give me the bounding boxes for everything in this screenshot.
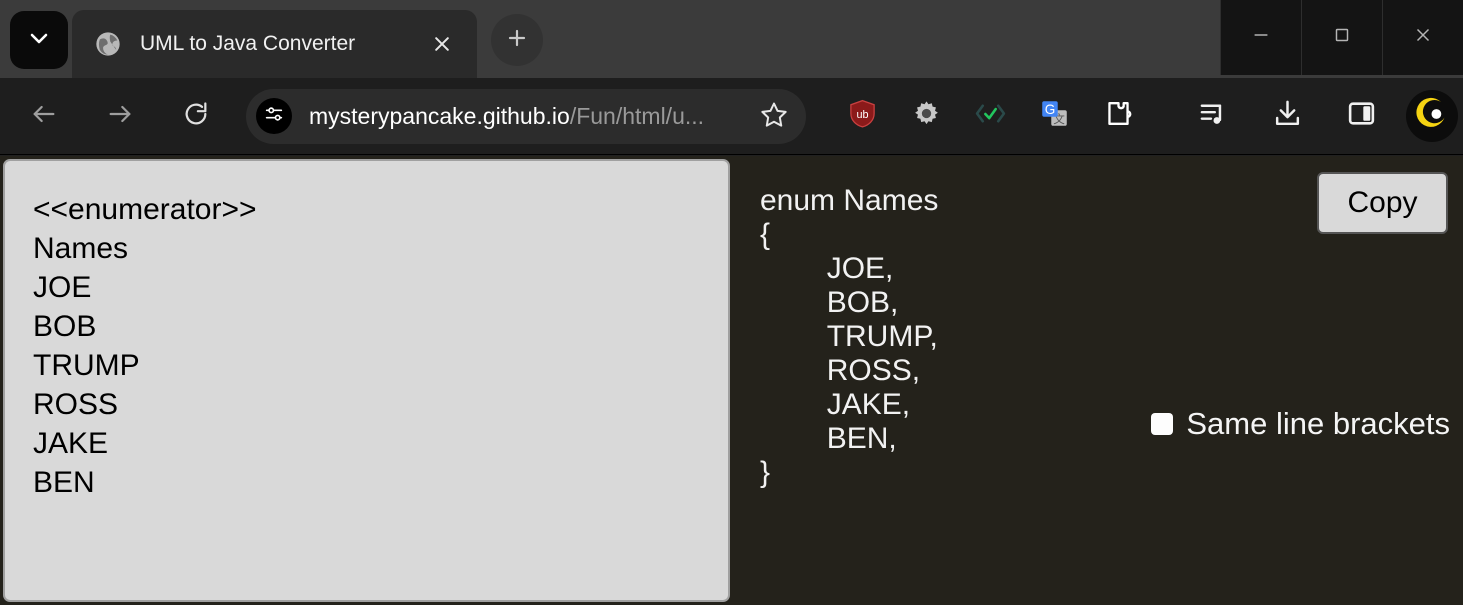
forward-button[interactable] <box>96 92 144 140</box>
gear-icon <box>911 98 942 134</box>
media-controls-button[interactable] <box>1190 93 1236 139</box>
url-path: /Fun/html/u... <box>569 102 705 129</box>
plus-icon <box>505 26 529 55</box>
ublock-origin-icon: ub <box>847 98 878 134</box>
uml-input-textarea[interactable]: <<enumerator>> Names JOE BOB TRUMP ROSS … <box>3 159 730 602</box>
minimize-icon <box>1250 24 1272 51</box>
code-check-icon <box>975 98 1006 134</box>
tab-search-button[interactable] <box>10 11 68 69</box>
downloads-button[interactable] <box>1264 93 1310 139</box>
close-window-button[interactable] <box>1382 0 1463 75</box>
browser-window: UML to Java Converter mysterypancake.git… <box>0 0 1463 605</box>
code-check-extension-button[interactable] <box>967 93 1013 139</box>
same-line-brackets-checkbox[interactable] <box>1151 413 1174 435</box>
arrow-left-icon <box>30 100 58 133</box>
ublock-origin-button[interactable]: ub <box>839 93 885 139</box>
side-panel-icon <box>1346 98 1377 134</box>
minimize-button[interactable] <box>1220 0 1301 75</box>
tab-title: UML to Java Converter <box>140 32 356 55</box>
close-icon <box>1412 24 1434 51</box>
tab-close-button[interactable] <box>425 27 459 61</box>
gear-extension-button[interactable] <box>903 93 949 139</box>
browser-toolbar: mysterypancake.github.io/Fun/html/u... u… <box>0 78 1463 155</box>
uml-input-pane: <<enumerator>> Names JOE BOB TRUMP ROSS … <box>0 156 733 605</box>
bookmark-button[interactable] <box>754 96 794 136</box>
url-host: mysterypancake.github.io <box>309 102 570 129</box>
tune-icon <box>263 103 285 130</box>
svg-text:ub: ub <box>856 109 868 121</box>
maximize-icon <box>1331 24 1353 51</box>
side-panel-button[interactable] <box>1338 93 1384 139</box>
extensions-puzzle-button[interactable] <box>1095 93 1141 139</box>
globe-icon <box>94 30 122 58</box>
svg-text:G: G <box>1044 102 1055 117</box>
toolbar-actions-group <box>1176 90 1463 142</box>
java-output-pane: enum Names { JOE, BOB, TRUMP, ROSS, JAKE… <box>733 156 1463 605</box>
window-controls <box>1220 0 1463 75</box>
extensions-group: ub 文 G <box>830 93 1150 139</box>
google-translate-button[interactable]: 文 G <box>1031 93 1077 139</box>
reload-button[interactable] <box>172 92 220 140</box>
address-bar[interactable]: mysterypancake.github.io/Fun/html/u... <box>246 88 806 144</box>
google-translate-icon: 文 G <box>1039 98 1070 134</box>
copy-button[interactable]: Copy <box>1317 172 1448 234</box>
tab-strip: UML to Java Converter <box>0 0 1463 78</box>
java-output-code: enum Names { JOE, BOB, TRUMP, ROSS, JAKE… <box>760 184 939 489</box>
page-content: <<enumerator>> Names JOE BOB TRUMP ROSS … <box>0 156 1463 605</box>
chevron-down-icon <box>27 26 51 55</box>
crescent-avatar-icon <box>1414 96 1450 137</box>
back-button[interactable] <box>20 92 68 140</box>
puzzle-piece-icon <box>1103 98 1134 134</box>
maximize-button[interactable] <box>1301 0 1382 75</box>
star-icon <box>760 100 788 133</box>
site-info-button[interactable] <box>256 98 292 134</box>
download-icon <box>1272 98 1303 134</box>
browser-tab[interactable]: UML to Java Converter <box>72 10 477 78</box>
url-text: mysterypancake.github.io/Fun/html/u... <box>309 103 754 130</box>
same-line-brackets-option[interactable]: Same line brackets <box>1151 406 1450 442</box>
same-line-brackets-label: Same line brackets <box>1186 406 1450 441</box>
profile-avatar[interactable] <box>1406 90 1458 142</box>
reload-icon <box>182 100 210 133</box>
arrow-right-icon <box>106 100 134 133</box>
new-tab-button[interactable] <box>491 14 543 66</box>
media-playlist-icon <box>1198 98 1229 134</box>
